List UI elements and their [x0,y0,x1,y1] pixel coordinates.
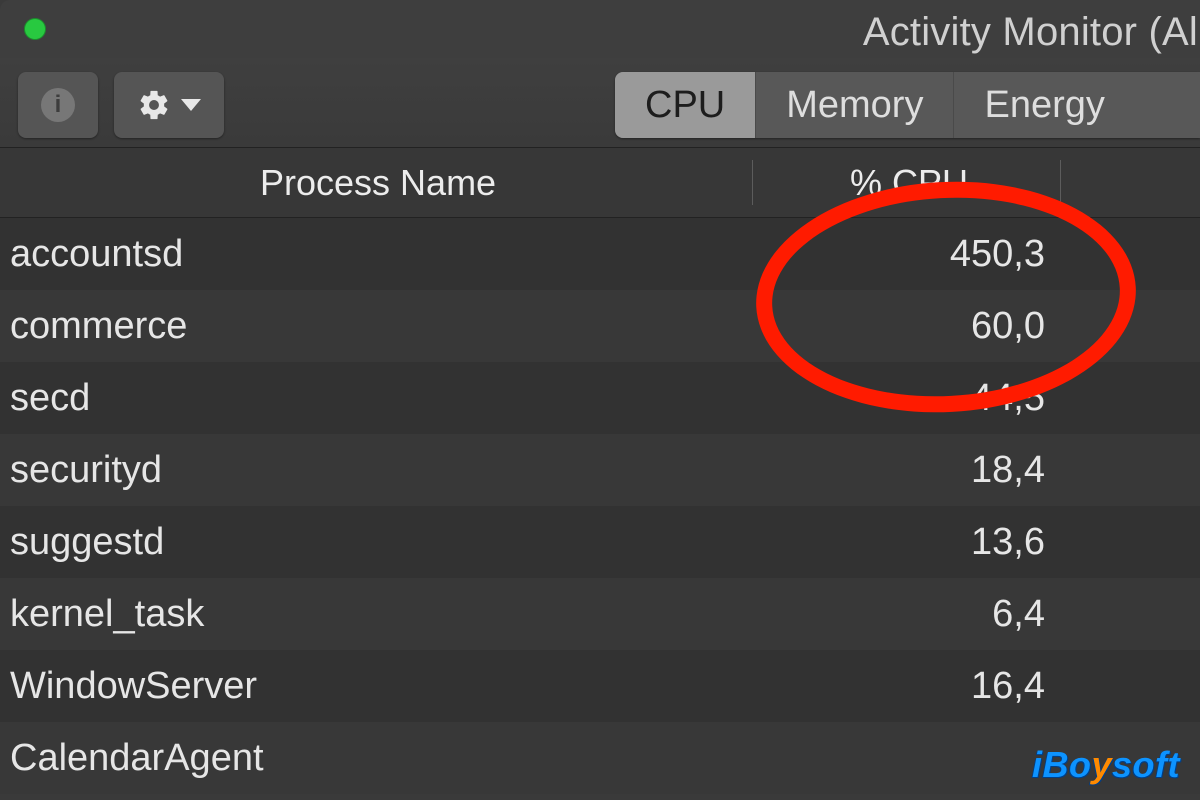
process-cpu: 13,6 [971,521,1045,564]
column-divider [752,160,753,205]
toolbar: i CPU Memory Energy [0,58,1200,148]
tab-memory[interactable]: Memory [756,72,954,138]
process-name: CalendarAgent [0,737,264,780]
column-header-cpu[interactable]: % CPU [850,162,968,204]
chevron-down-icon [181,99,201,111]
table-row[interactable]: secd 44,5 [0,362,1200,434]
table-header: Process Name % CPU [0,148,1200,218]
watermark-text: y [1091,744,1112,785]
table-row[interactable]: CalendarAgent [0,722,1200,794]
process-name: WindowServer [0,665,257,708]
process-name: commerce [0,305,187,348]
info-icon: i [41,88,75,122]
table-row[interactable]: suggestd 13,6 [0,506,1200,578]
process-cpu: 18,4 [971,449,1045,492]
activity-monitor-window: Activity Monitor (Al i CPU Memory Energy… [0,0,1200,800]
table-row[interactable]: commerce 60,0 [0,290,1200,362]
table-row[interactable]: accountsd 450,3 [0,218,1200,290]
tab-energy[interactable]: Energy [954,72,1134,138]
info-button[interactable]: i [18,72,98,138]
process-cpu: 450,3 [950,233,1045,276]
process-name: kernel_task [0,593,204,636]
window-title: Activity Monitor (Al [863,10,1200,55]
title-bar: Activity Monitor (Al [0,0,1200,58]
column-divider [1060,160,1061,205]
gear-icon [137,88,171,122]
table-row[interactable]: kernel_task 6,4 [0,578,1200,650]
watermark-text: iBo [1032,744,1092,785]
watermark: iBoysoft [1032,744,1180,786]
tab-cpu[interactable]: CPU [615,72,756,138]
process-cpu: 6,4 [992,593,1045,636]
process-name: accountsd [0,233,183,276]
process-table: accountsd 450,3 commerce 60,0 secd 44,5 … [0,218,1200,794]
watermark-text: soft [1112,744,1180,785]
process-cpu: 44,5 [971,377,1045,420]
process-name: securityd [0,449,162,492]
traffic-light-green[interactable] [24,18,46,40]
resource-tabs: CPU Memory Energy [615,72,1200,138]
process-name: secd [0,377,90,420]
process-cpu: 60,0 [971,305,1045,348]
process-cpu: 16,4 [971,665,1045,708]
process-name: suggestd [0,521,164,564]
column-header-process-name[interactable]: Process Name [260,162,496,204]
table-row[interactable]: WindowServer 16,4 [0,650,1200,722]
table-row[interactable]: securityd 18,4 [0,434,1200,506]
actions-menu-button[interactable] [114,72,224,138]
